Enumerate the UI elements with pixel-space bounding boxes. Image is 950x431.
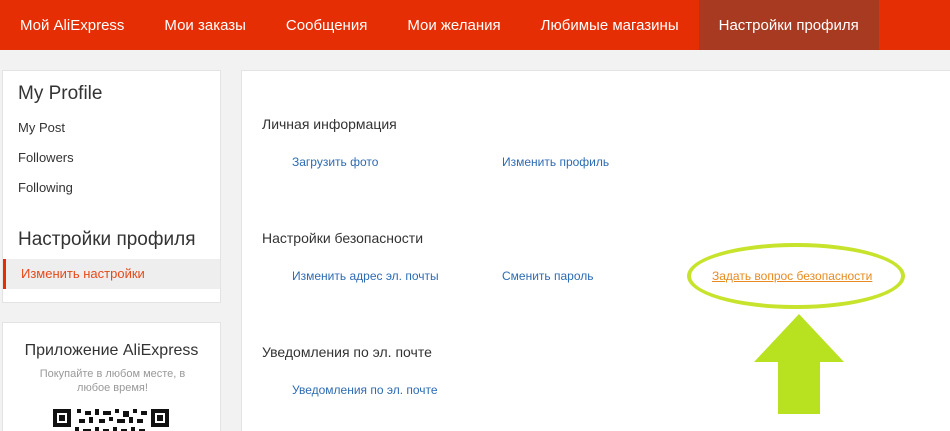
sidebar-link-following[interactable]: Following [18, 180, 73, 195]
nav-profile-settings[interactable]: Настройки профиля [698, 0, 879, 50]
profile-heading: My Profile [18, 83, 103, 104]
top-navigation: Мой AliExpress Мои заказы Сообщения Мои … [0, 0, 950, 50]
upload-photo-link[interactable]: Загрузить фото [292, 155, 378, 169]
sidebar-item-change-settings[interactable]: Изменить настройки [3, 259, 220, 289]
nav-my-orders[interactable]: Мои заказы [144, 0, 266, 50]
sidebar-item-label[interactable]: Изменить настройки [21, 266, 145, 281]
nav-messages[interactable]: Сообщения [266, 0, 387, 50]
app-promo-card: Приложение AliExpress Покупайте в любом … [2, 322, 221, 431]
profile-sidebar: My Profile My Post Followers Following Н… [2, 70, 221, 303]
change-email-link[interactable]: Изменить адрес эл. почты [292, 269, 439, 283]
security-settings-title: Настройки безопасности [262, 230, 424, 246]
edit-profile-link[interactable]: Изменить профиль [502, 155, 609, 169]
highlight-ellipse [687, 243, 905, 309]
sidebar-link-my-post[interactable]: My Post [18, 120, 65, 135]
email-notifications-title: Уведомления по эл. почте [262, 344, 432, 360]
nav-wishlist[interactable]: Мои желания [387, 0, 520, 50]
sidebar-link-followers[interactable]: Followers [18, 150, 74, 165]
email-notifications-link[interactable]: Уведомления по эл. почте [292, 383, 438, 397]
up-arrow-icon [754, 314, 844, 414]
nav-my-aliexpress[interactable]: Мой AliExpress [0, 0, 144, 50]
personal-info-title: Личная информация [262, 116, 397, 132]
settings-heading: Настройки профиля [18, 229, 196, 250]
qr-code-icon [53, 409, 169, 431]
app-title: Приложение AliExpress [24, 342, 199, 359]
nav-favorite-stores[interactable]: Любимые магазины [521, 0, 699, 50]
app-subtitle: Покупайте в любом месте, в любое время! [39, 368, 186, 394]
change-password-link[interactable]: Сменить пароль [502, 269, 594, 283]
